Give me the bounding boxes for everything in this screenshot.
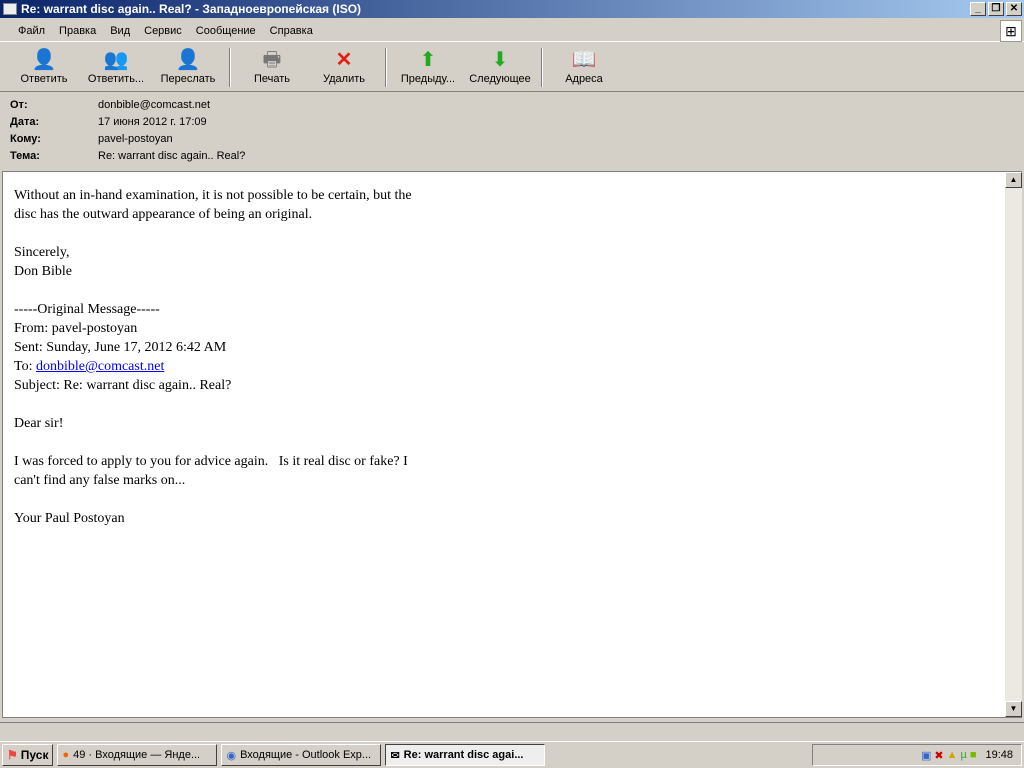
tray-warning-icon[interactable]: ▲ <box>947 749 958 761</box>
taskbar-item-firefox[interactable]: ● 49 · Входящие — Янде... <box>57 744 218 766</box>
address-book-button[interactable]: 📖 Адреса <box>548 44 620 91</box>
windows-flag-icon: ⚑ <box>7 748 18 762</box>
toolbar: 👤 Ответить 👥 Ответить... 👤 Переслать 🖶 Печат… <box>0 44 1024 92</box>
clock[interactable]: 19:48 <box>985 749 1013 761</box>
subject-value: Re: warrant disc again.. Real? <box>98 149 246 162</box>
menu-file[interactable]: Файл <box>18 25 45 37</box>
toolbar-separator <box>229 48 231 87</box>
toolbar-separator <box>385 48 387 87</box>
message-text-quoted: Subject: Re: warrant disc again.. Real? … <box>14 378 408 526</box>
tray-network-disconnected-icon[interactable]: ✖ <box>934 749 943 762</box>
menu-tools[interactable]: Сервис <box>144 25 182 37</box>
reply-all-icon: 👥 <box>103 49 129 71</box>
message-text: Without an in-hand examination, it is no… <box>14 188 412 374</box>
next-icon: ⬇ <box>491 49 509 71</box>
taskbar: ⚑ Пуск ● 49 · Входящие — Янде... ◉ Входящие… <box>0 741 1024 768</box>
forward-icon: 👤 <box>175 49 201 71</box>
tray-network-icon[interactable]: ▣ <box>921 749 931 762</box>
tray-nvidia-icon[interactable]: ■ <box>970 749 977 761</box>
vertical-scrollbar[interactable]: ▲ ▼ <box>1005 172 1022 717</box>
print-icon: 🖶 <box>262 49 282 71</box>
print-button[interactable]: 🖶 Печать <box>236 44 308 91</box>
taskbar-item-outlook[interactable]: ◉ Входящие - Outlook Exp... <box>221 744 382 766</box>
subject-label: Тема: <box>10 149 40 162</box>
message-body[interactable]: Without an in-hand examination, it is no… <box>2 171 1022 718</box>
previous-button[interactable]: ⬆ Предыду... <box>392 44 464 91</box>
tray-utorrent-icon[interactable]: µ <box>960 749 966 761</box>
envelope-icon: ✉ <box>390 749 400 762</box>
start-button[interactable]: ⚑ Пуск <box>2 744 54 766</box>
scroll-up-button[interactable]: ▲ <box>1005 172 1022 188</box>
restore-button[interactable]: ❐ <box>988 2 1004 16</box>
outlook-icon: ◉ <box>226 749 237 762</box>
scroll-down-button[interactable]: ▼ <box>1005 701 1022 717</box>
taskbar-item-message[interactable]: ✉ Re: warrant disc agai... <box>385 744 546 766</box>
to-value: pavel-postoyan <box>98 132 173 145</box>
reply-icon: 👤 <box>31 49 57 71</box>
from-value: donbible@comcast.net <box>98 98 211 111</box>
windows-logo-icon: ⊞ <box>1000 20 1022 42</box>
address-book-icon: 📖 <box>571 49 597 71</box>
email-link[interactable]: donbible@comcast.net <box>36 359 164 374</box>
toolbar-separator <box>541 48 543 87</box>
window-title: Re: warrant disc again.. Real? - Западно… <box>21 2 362 16</box>
system-tray: ▣ ✖ ▲ µ ■ 19:48 <box>812 744 1022 766</box>
message-header: От: donbible@comcast.net Дата: 17 июня 201… <box>0 96 1024 164</box>
menu-help[interactable]: Справка <box>270 25 313 37</box>
envelope-icon <box>3 3 17 15</box>
minimize-button[interactable]: _ <box>970 2 986 16</box>
reply-all-button[interactable]: 👥 Ответить... <box>80 44 152 91</box>
from-label: От: <box>10 98 28 111</box>
date-value: 17 июня 2012 г. 17:09 <box>98 115 207 128</box>
menu-edit[interactable]: Правка <box>59 25 96 37</box>
previous-icon: ⬆ <box>419 49 437 71</box>
menu-bar: Файл Правка Вид Сервис Сообщение Справка <box>0 20 1024 42</box>
forward-button[interactable]: 👤 Переслать <box>152 44 224 91</box>
close-button[interactable]: ✕ <box>1006 2 1022 16</box>
menu-view[interactable]: Вид <box>110 25 130 37</box>
next-button[interactable]: ⬇ Следующее <box>464 44 536 91</box>
status-bar <box>0 722 1024 740</box>
reply-button[interactable]: 👤 Ответить <box>8 44 80 91</box>
firefox-icon: ● <box>62 749 70 761</box>
to-label: Кому: <box>10 132 41 145</box>
delete-icon: ✕ <box>335 49 353 71</box>
date-label: Дата: <box>10 115 40 128</box>
delete-button[interactable]: ✕ Удалить <box>308 44 380 91</box>
title-bar: Re: warrant disc again.. Real? - Западно… <box>0 0 1024 18</box>
menu-message[interactable]: Сообщение <box>196 25 256 37</box>
